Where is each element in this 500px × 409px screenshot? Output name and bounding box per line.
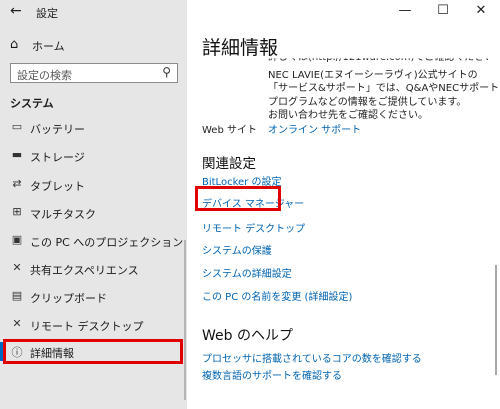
settings-window: ← 設定 ⌂ ホーム 設定の検索 ⚲ システム ▭ バッテリー ▬ ストレージ …: [0, 0, 500, 409]
search-icon[interactable]: ⚲: [162, 65, 171, 79]
advanced-system-settings-link[interactable]: システムの詳細設定: [202, 265, 292, 280]
projection-icon: ▣: [11, 233, 23, 246]
main-scrollbar[interactable]: [495, 265, 497, 375]
highlight-box-about: [3, 339, 183, 364]
page-title: 詳細情報: [202, 37, 279, 59]
rename-pc-link[interactable]: この PC の名前を変更 (詳細設定): [202, 288, 352, 303]
highlight-box-device-manager: [195, 186, 281, 211]
sidebar-item-clipboard[interactable]: ▤ クリップボード: [0, 285, 187, 309]
sidebar-item-label: マルチタスク: [30, 208, 96, 221]
sidebar-item-remote-desktop[interactable]: ✕ リモート デスクトップ: [0, 313, 187, 337]
search-placeholder: 設定の検索: [17, 69, 72, 82]
sidebar-item-shared-experience[interactable]: ✕ 共有エクスペリエンス: [0, 257, 187, 281]
sidebar: ← 設定 ⌂ ホーム 設定の検索 ⚲ システム ▭ バッテリー ▬ ストレージ …: [0, 0, 187, 409]
sidebar-item-label: タブレット: [30, 180, 85, 193]
home-nav[interactable]: ⌂ ホーム: [10, 37, 65, 53]
title-bar: ← 設定: [0, 0, 187, 22]
storage-icon: ▬: [11, 148, 23, 161]
settings-search-box[interactable]: 設定の検索 ⚲: [10, 63, 178, 83]
sidebar-item-label: 共有エクスペリエンス: [30, 264, 139, 277]
tablet-icon: ⇄: [12, 177, 22, 190]
close-button[interactable]: ✕: [462, 0, 500, 22]
web-help-heading: Web のヘルプ: [202, 328, 293, 344]
back-arrow-icon[interactable]: ←: [10, 3, 22, 19]
multitask-icon: ⊞: [12, 205, 22, 218]
related-settings-heading: 関連設定: [202, 156, 256, 172]
shared-experience-icon: ✕: [12, 261, 22, 274]
language-support-help-link[interactable]: 複数言語のサポートを確認する: [202, 367, 342, 382]
sidebar-item-multitask[interactable]: ⊞ マルチタスク: [0, 201, 187, 225]
support-line: 「サービス&サポート」では、Q&AやNECサポート: [268, 83, 500, 94]
processor-cores-help-link[interactable]: プロセッサに搭載されているコアの数を確認する: [202, 350, 422, 365]
sidebar-item-storage[interactable]: ▬ ストレージ: [0, 144, 187, 168]
home-label: ホーム: [32, 40, 65, 53]
website-label: Web サイト: [202, 125, 257, 136]
minimize-button[interactable]: —: [386, 0, 424, 22]
remote-desktop-icon: ✕: [12, 317, 22, 330]
support-info-text: 詳しくは(http://121ware.com)でご確認ください。 NEC LA…: [268, 52, 500, 123]
sidebar-scrollbar[interactable]: [184, 240, 186, 400]
sidebar-item-label: ストレージ: [30, 151, 85, 164]
support-line: プログラムなどの情報をご提供しています。: [268, 96, 467, 108]
support-line: NEC LAVIE(エヌイーシーラヴィ)公式サイトの: [268, 69, 478, 81]
online-support-link[interactable]: オンライン サポート: [268, 121, 361, 136]
sidebar-item-projection[interactable]: ▣ この PC へのプロジェクション: [0, 229, 187, 253]
sidebar-item-label: リモート デスクトップ: [30, 320, 144, 333]
maximize-button[interactable]: ☐: [424, 0, 462, 22]
section-label-system: システム: [10, 97, 54, 110]
sidebar-item-label: バッテリー: [30, 123, 85, 136]
app-title: 設定: [36, 7, 58, 20]
sidebar-item-battery[interactable]: ▭ バッテリー: [0, 116, 187, 140]
main-content: — ☐ ✕ 詳細情報 詳しくは(http://121ware.com)でご確認く…: [187, 0, 500, 409]
home-icon: ⌂: [10, 37, 19, 52]
remote-desktop-link[interactable]: リモート デスクトップ: [202, 220, 305, 235]
support-line: 詳しくは(http://121ware.com)でご確認ください。: [268, 52, 500, 63]
system-protection-link[interactable]: システムの保護: [202, 242, 272, 257]
battery-icon: ▭: [11, 120, 23, 133]
sidebar-item-label: この PC へのプロジェクション: [30, 236, 184, 249]
clipboard-icon: ▤: [11, 289, 23, 302]
sidebar-item-label: クリップボード: [30, 292, 107, 305]
sidebar-item-tablet[interactable]: ⇄ タブレット: [0, 173, 187, 197]
